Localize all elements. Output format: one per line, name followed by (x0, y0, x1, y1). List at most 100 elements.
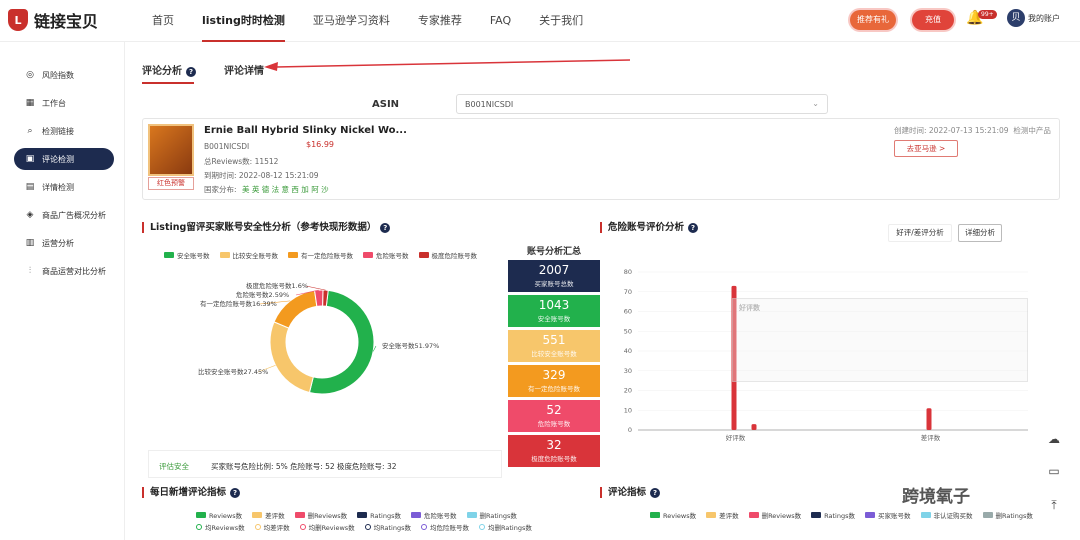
y-tick-label: 70 (624, 288, 632, 296)
referral-gift-button[interactable]: 推荐有礼 (850, 10, 896, 30)
brand-logo[interactable]: L 链接宝贝 (8, 8, 98, 32)
legend-item[interactable]: 危险账号数 (411, 510, 457, 520)
legend-item[interactable]: 均差评数 (254, 522, 290, 532)
product-expire-time: 到期时间: 2022-08-12 15:21:09 (204, 171, 319, 180)
sidebar-item-check-link[interactable]: ⌕ 检测链接 (14, 120, 114, 142)
nav-home[interactable]: 首页 (138, 0, 188, 42)
notification-badge: 99+ (978, 10, 997, 19)
sidebar-item-review-check[interactable]: ▣ 评论检测 (14, 148, 114, 170)
asin-label: ASIN (372, 99, 400, 110)
bar[interactable] (751, 424, 757, 430)
avatar[interactable]: 贝 (1007, 9, 1025, 27)
product-title[interactable]: Ernie Ball Hybrid Slinky Nickel Wo... (204, 125, 407, 136)
summary-box: 1043 安全账号数 (508, 295, 600, 327)
tab-review-analysis[interactable]: 评论分析? (142, 62, 196, 77)
bar[interactable] (926, 408, 932, 430)
help-icon[interactable]: ? (688, 223, 699, 233)
legend-item[interactable]: Reviews数 (650, 510, 696, 520)
pie-slice-label: 比较安全账号数27.45% (198, 367, 268, 376)
y-tick-label: 20 (624, 387, 632, 395)
summary-label: 比较安全账号数 (531, 350, 577, 358)
asin-select[interactable]: B001NICSDI ⌄ (456, 94, 828, 114)
back-to-top-icon[interactable]: ⤒ (1046, 498, 1062, 514)
daily-legend-1: Reviews数 差评数 删Reviews数 Ratings数 危险账号数 删Rating… (196, 510, 517, 520)
summary-label: 危险账号数 (537, 420, 571, 428)
legend-item[interactable]: Ratings数 (357, 510, 401, 520)
go-amazon-button[interactable]: 去亚马逊 > (894, 140, 958, 157)
legend-item[interactable]: 删Ratings数 (982, 510, 1033, 520)
summary-box: 2007 买家账号总数 (508, 260, 600, 292)
summary-label: 安全账号数 (537, 315, 571, 323)
grid-icon: ▦ (25, 98, 35, 108)
my-account-link[interactable]: 我的账户 (1028, 13, 1060, 24)
legend-item[interactable]: 危险账号数 (363, 250, 409, 260)
legend-item[interactable]: 删Reviews数 (748, 510, 801, 520)
created-time: 创建时间: 2022-07-13 15:21:09 检测中产品 (894, 126, 1051, 135)
compare-icon: ⫶ (28, 266, 32, 276)
summary-count: 329 (542, 368, 566, 382)
summary-count: 32 (546, 438, 562, 452)
legend-item[interactable]: 差评数 (252, 510, 285, 520)
legend-item[interactable]: 均Ratings数 (364, 522, 411, 532)
legend-item[interactable]: 有一定危险账号数 (288, 250, 353, 260)
summary-label: 极度危险账号数 (531, 455, 577, 463)
nav-listing-monitor[interactable]: listing时时检测 (188, 0, 299, 42)
good-bad-review-button[interactable]: 好评/差评分析 (888, 224, 952, 242)
shield-logo-icon: L (8, 9, 28, 31)
recharge-button[interactable]: 充值 (912, 10, 954, 30)
help-icon[interactable]: ? (650, 488, 661, 498)
message-icon[interactable]: ▭ (1046, 464, 1062, 480)
chevron-down-icon: ⌄ (812, 99, 819, 108)
legend-item[interactable]: 买家账号数 (865, 510, 911, 520)
comment-icon: ▣ (25, 154, 35, 164)
summary-box: 329 有一定危险账号数 (508, 365, 600, 397)
summary-title: 账号分析汇总 (526, 247, 581, 257)
legend-item[interactable]: 差评数 (706, 510, 739, 520)
sidebar-item-operation-analysis[interactable]: ▥ 运营分析 (14, 232, 114, 254)
legend-item[interactable]: 极度危险账号数 (418, 250, 477, 260)
sidebar-item-operation-compare[interactable]: ⫶ 商品运营对比分析 (14, 260, 114, 282)
y-tick-label: 40 (624, 347, 632, 355)
legend-item[interactable]: 均删Reviews数 (299, 522, 355, 532)
pie-slice-label: 安全账号数51.97% (382, 341, 439, 350)
nav-amazon-learning[interactable]: 亚马逊学习资料 (299, 0, 404, 42)
sidebar-item-ad-overview[interactable]: ◈ 商品广告概况分析 (14, 204, 114, 226)
legend-item[interactable]: 非认证购买数 (920, 510, 973, 520)
chart-tooltip: 好评数 (732, 298, 1028, 382)
legend-item[interactable]: 比较安全账号数 (219, 250, 278, 260)
legend-item[interactable]: 安全账号数 (164, 250, 210, 260)
pie-slice[interactable] (269, 321, 314, 394)
legend-item[interactable]: 删Ratings数 (466, 510, 517, 520)
pie-leader-line (305, 285, 326, 291)
legend-item[interactable]: 均删Ratings数 (479, 522, 532, 532)
legend-item[interactable]: 删Reviews数 (294, 510, 347, 520)
legend-item[interactable]: Ratings数 (811, 510, 855, 520)
document-icon: ▤ (25, 182, 35, 192)
help-icon[interactable]: ? (230, 488, 241, 498)
review-metrics-title: 评论指标? (600, 487, 661, 498)
top-navbar: L 链接宝贝 首页 listing时时检测 亚马逊学习资料 专家推荐 FAQ 关… (0, 0, 1080, 42)
red-alert-tag: 红色预警 (148, 177, 194, 190)
sidebar-item-detail-check[interactable]: ▤ 详情检测 (14, 176, 114, 198)
nav-about[interactable]: 关于我们 (525, 0, 597, 42)
nav-faq[interactable]: FAQ (476, 0, 525, 42)
product-reviews-count: 总Reviews数: 11512 (204, 157, 279, 166)
y-tick-label: 30 (624, 367, 632, 375)
sidebar-item-workbench[interactable]: ▦ 工作台 (14, 92, 114, 114)
pie-slice-label: 有一定危险账号数16.39% (200, 299, 277, 308)
account-safety-donut-chart: 安全账号数51.97% 比较安全账号数27.45% 有一定危险账号数16.39%危险… (198, 281, 439, 395)
legend-item[interactable]: 均危险账号数 (421, 522, 469, 532)
tab-review-detail[interactable]: 评论详情 (224, 62, 264, 77)
chat-icon[interactable]: ☁ (1046, 432, 1062, 448)
y-tick-label: 0 (628, 426, 632, 434)
sidebar-item-risk-index[interactable]: ◎ 风险指数 (14, 64, 114, 86)
product-countries: 美 英 德 法 意 西 加 阿 沙 (242, 185, 329, 194)
chart-icon: ▥ (25, 238, 35, 248)
detail-analysis-button[interactable]: 详细分析 (958, 224, 1002, 242)
legend-item[interactable]: Reviews数 (196, 510, 242, 520)
help-icon[interactable]: ? (380, 223, 391, 233)
nav-experts[interactable]: 专家推荐 (404, 0, 476, 42)
legend-item[interactable]: 均Reviews数 (196, 522, 245, 532)
summary-count: 52 (546, 403, 562, 417)
help-icon[interactable]: ? (186, 67, 196, 77)
